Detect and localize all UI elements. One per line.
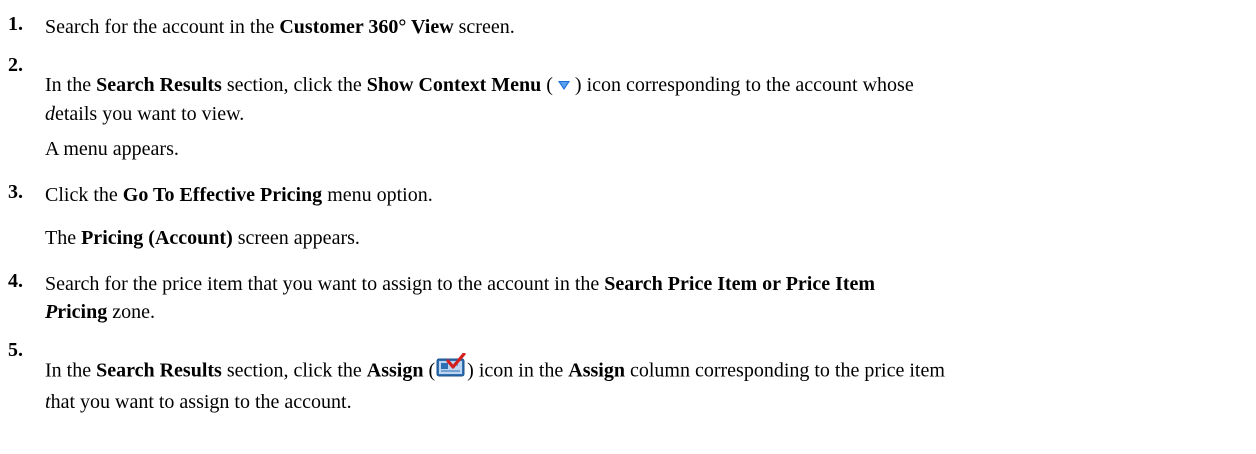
step-number: 1. xyxy=(8,13,23,35)
step-2-text: In the Search Results section, click the… xyxy=(45,71,914,128)
step-number: 3. xyxy=(8,181,23,203)
text-segment: hat you want to assign to the account. xyxy=(50,391,352,413)
text-segment: ) icon in the xyxy=(467,359,569,382)
text-segment: In the xyxy=(45,359,97,382)
ui-label: Go To Effective Pricing xyxy=(122,184,323,206)
ui-label: Show Context Menu xyxy=(366,74,542,96)
text-segment: section, click the xyxy=(221,359,367,382)
step-text: Click the Go To Effective Pricing menu o… xyxy=(45,181,1238,209)
text-segment: etails you want to view. xyxy=(55,103,245,126)
text-segment: screen appears. xyxy=(232,227,360,249)
text-segment: zone. xyxy=(107,301,155,323)
ui-label: Assign xyxy=(568,359,625,382)
ui-label: Customer 360° View xyxy=(279,16,454,38)
text-segment: Click the xyxy=(45,184,123,206)
step-3-result: The Pricing (Account) screen appears. xyxy=(45,224,360,252)
step-text: Search for the price item that you want … xyxy=(45,270,1238,326)
text-segment: section, click the xyxy=(221,74,367,96)
text-segment: Search for the price item that you want … xyxy=(45,273,605,295)
text-segment: In the xyxy=(45,74,97,96)
ui-label: Search Results xyxy=(96,74,222,96)
text-segment: ( xyxy=(423,359,436,382)
step-number: 2. xyxy=(8,54,23,76)
text-segment: Search for the account in the xyxy=(45,16,280,38)
text-segment: column corresponding to the price item xyxy=(624,359,945,382)
text-segment: d xyxy=(45,103,55,126)
step-number: 4. xyxy=(8,270,23,292)
step-5-text: In the Search Results section, click the… xyxy=(45,352,945,416)
text-segment: The xyxy=(45,227,82,249)
text-segment: ( xyxy=(541,74,553,96)
step-1: 1. Search for the account in the Custome… xyxy=(8,13,1238,41)
assign-icon xyxy=(436,352,466,385)
ui-label: Search Price Item or Price Item xyxy=(604,273,876,295)
chevron-down-icon xyxy=(557,72,571,100)
text-segment: screen. xyxy=(453,16,515,38)
ui-label: Pricing (Account) xyxy=(81,227,233,249)
text-segment: ) icon corresponding to the account whos… xyxy=(574,74,914,96)
ui-label: P xyxy=(45,301,58,323)
text-segment: menu option. xyxy=(322,184,433,206)
ui-label: Search Results xyxy=(96,359,222,382)
step-3: 3. Click the Go To Effective Pricing men… xyxy=(8,181,1238,209)
step-text: Search for the account in the Customer 3… xyxy=(45,13,1238,41)
step-4: 4. Search for the price item that you wa… xyxy=(8,270,1238,326)
step-2-result: A menu appears. xyxy=(45,138,179,160)
step-number: 5. xyxy=(8,339,23,361)
ui-label: Assign xyxy=(366,359,424,382)
ui-label: ricing xyxy=(57,301,108,323)
